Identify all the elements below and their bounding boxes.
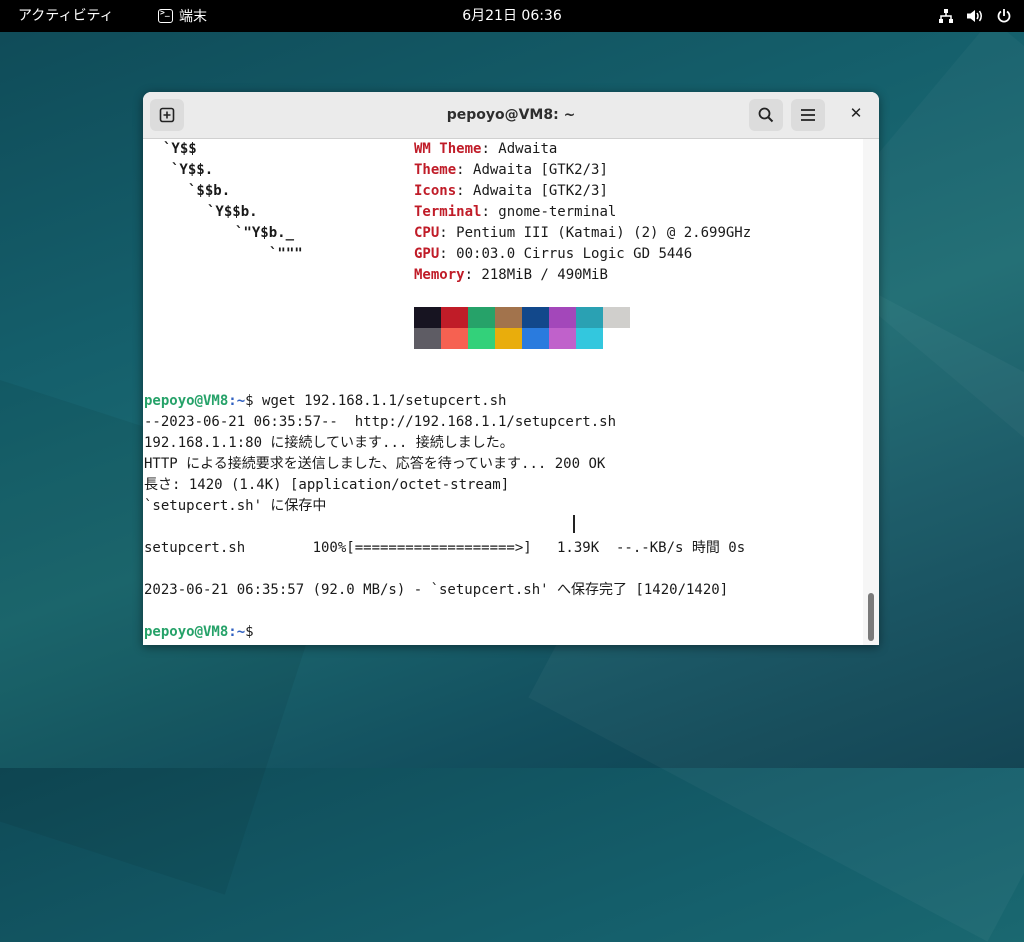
prompt-user: pepoyo@VM8: [144, 393, 229, 409]
scrollbar-thumb[interactable]: [868, 593, 874, 641]
sysinfo-label: Memory: [414, 267, 465, 283]
ascii-art-line: `"Y$b._: [235, 225, 295, 241]
palette-swatch: [441, 307, 468, 328]
palette-swatch: [468, 307, 495, 328]
palette-swatch: [522, 328, 549, 349]
prompt-user: pepoyo@VM8: [144, 624, 229, 640]
output-line: `setupcert.sh' に保存中: [144, 498, 327, 514]
system-tray[interactable]: [938, 0, 1012, 32]
power-icon[interactable]: [996, 8, 1012, 24]
palette-swatch: [522, 307, 549, 328]
network-icon[interactable]: [938, 8, 954, 24]
sysinfo-value: : Adwaita [GTK2/3]: [456, 162, 608, 178]
prompt-symbol: $: [245, 393, 254, 409]
sysinfo-line: CPU: Pentium III (Katmai) (2) @ 2.699GHz: [414, 223, 751, 244]
volume-icon[interactable]: [966, 8, 984, 24]
sysinfo-label: Theme: [414, 162, 457, 178]
command-text: wget 192.168.1.1/setupcert.sh: [253, 393, 507, 409]
sysinfo-label: Terminal: [414, 204, 482, 220]
output-line: 192.168.1.1:80 に接続しています... 接続しました。: [144, 435, 514, 451]
palette-swatch: [576, 328, 603, 349]
close-button[interactable]: ✕: [843, 100, 869, 126]
sysinfo-value: : 00:03.0 Cirrus Logic GD 5446: [439, 246, 693, 262]
output-line: 長さ: 1420 (1.4K) [application/octet-strea…: [144, 477, 510, 493]
palette-swatch: [468, 328, 495, 349]
scrollbar[interactable]: [863, 139, 879, 645]
palette-swatch: [603, 307, 630, 328]
clock-button[interactable]: 6月21日 06:36: [462, 8, 562, 24]
palette-swatch: [549, 307, 576, 328]
sysinfo-value: : gnome-terminal: [481, 204, 617, 220]
window-titlebar[interactable]: pepoyo@VM8: ~ ✕: [143, 92, 879, 139]
prompt-path: :~: [228, 624, 246, 640]
sysinfo-value: : Adwaita: [481, 141, 558, 157]
sysinfo-label: GPU: [414, 246, 440, 262]
sysinfo-value: : Adwaita [GTK2/3]: [456, 183, 608, 199]
activities-button[interactable]: アクティビティ: [18, 0, 114, 32]
clock-container: 6月21日 06:36: [0, 0, 1024, 32]
palette-swatch: [549, 328, 576, 349]
palette-swatch: [495, 328, 522, 349]
output-line: --2023-06-21 06:35:57-- http://192.168.1…: [144, 414, 617, 430]
text-cursor-icon: [573, 515, 575, 533]
app-menu-label: 端末: [179, 9, 207, 25]
sysinfo-line: Memory: 218MiB / 490MiB: [414, 265, 608, 286]
top-bar: アクティビティ 端末 6月21日 06:36: [0, 0, 1024, 32]
close-icon: ✕: [849, 104, 863, 122]
output-line: 2023-06-21 06:35:57 (92.0 MB/s) - `setup…: [144, 582, 729, 598]
prompt-symbol: $: [245, 624, 254, 640]
progress-line: setupcert.sh 100%[===================>] …: [144, 540, 746, 556]
command-line[interactable]: pepoyo@VM8:~$: [144, 622, 254, 643]
terminal-icon: [158, 8, 173, 23]
new-tab-icon: [159, 107, 175, 123]
sysinfo-value: : Pentium III (Katmai) (2) @ 2.699GHz: [439, 225, 752, 241]
sysinfo-value: : 218MiB / 490MiB: [464, 267, 608, 283]
palette-swatch: [576, 307, 603, 328]
hamburger-menu-icon: [801, 109, 815, 121]
palette-swatch: [414, 328, 441, 349]
ascii-art-line: `$$b.: [188, 183, 231, 199]
terminal-window: pepoyo@VM8: ~ ✕ `Y$$ `Y$$. `$$b. `Y$$b. …: [143, 92, 879, 645]
palette-swatch: [441, 328, 468, 349]
sysinfo-line: GPU: 00:03.0 Cirrus Logic GD 5446: [414, 244, 692, 265]
ascii-art-line: `Y$$b.: [207, 204, 258, 220]
sysinfo-label: WM Theme: [414, 141, 482, 157]
palette-swatch: [414, 307, 441, 328]
sysinfo-line: Theme: Adwaita [GTK2/3]: [414, 160, 608, 181]
sysinfo-line: Terminal: gnome-terminal: [414, 202, 616, 223]
prompt-path: :~: [228, 393, 246, 409]
app-menu-button[interactable]: 端末: [158, 0, 207, 32]
ascii-art-line: `""": [269, 246, 303, 262]
terminal-output[interactable]: `Y$$ `Y$$. `$$b. `Y$$b. `"Y$b._ `""" WM …: [143, 139, 863, 645]
sysinfo-label: CPU: [414, 225, 440, 241]
ascii-art-line: `Y$$: [163, 141, 197, 157]
search-button[interactable]: [749, 99, 783, 131]
sysinfo-label: Icons: [414, 183, 457, 199]
palette-swatch: [495, 307, 522, 328]
main-menu-button[interactable]: [791, 99, 825, 131]
output-line: HTTP による接続要求を送信しました、応答を待っています... 200 OK: [144, 456, 606, 472]
ascii-art-line: `Y$$.: [171, 162, 214, 178]
new-tab-button[interactable]: [150, 99, 184, 131]
command-line: pepoyo@VM8:~$ wget 192.168.1.1/setupcert…: [144, 391, 506, 412]
sysinfo-line: WM Theme: Adwaita: [414, 139, 557, 160]
search-icon: [758, 107, 774, 123]
sysinfo-line: Icons: Adwaita [GTK2/3]: [414, 181, 608, 202]
